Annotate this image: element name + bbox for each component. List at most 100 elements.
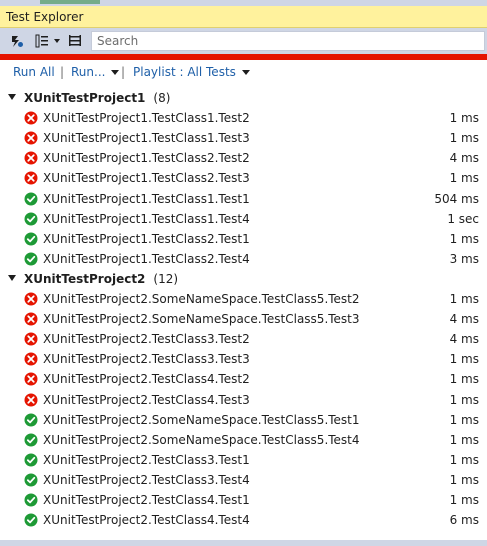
test-row[interactable]: XUnitTestProject2.TestClass3.Test3 1 ms [0,349,487,369]
group-count: (12) [153,271,179,286]
test-duration: 1 ms [449,412,479,427]
search-input[interactable] [92,32,484,50]
test-row[interactable]: XUnitTestProject2.TestClass3.Test4 1 ms [0,470,487,490]
test-row[interactable]: XUnitTestProject2.TestClass4.Test3 1 ms [0,390,487,410]
chevron-down-icon [241,70,250,75]
test-row[interactable]: XUnitTestProject1.TestClass1.Test3 1 ms [0,128,487,148]
test-name: XUnitTestProject2.TestClass3.Test4 [43,472,250,487]
run-all-link[interactable]: Run All [13,65,55,79]
test-duration: 1 ms [449,111,479,126]
test-failed-icon [24,332,38,346]
test-name: XUnitTestProject2.TestClass4.Test1 [43,493,250,507]
test-failed-icon [24,393,38,407]
test-list: XUnitTestProject1 (8) XUnitTestProject1.Te… [0,88,487,540]
bottom-border [0,540,487,546]
test-group-header[interactable]: XUnitTestProject1 (8) [0,88,487,108]
test-duration: 1 ms [449,432,479,447]
actions-bar: Run All | Run... | Playlist : All Tests [0,60,487,86]
run-settings-button[interactable] [8,31,26,51]
test-row[interactable]: XUnitTestProject2.SomeNameSpace.TestClas… [0,410,487,430]
run-dropdown[interactable]: Run... [71,65,120,79]
playlist-label: Playlist : All Tests [133,65,236,79]
test-name: XUnitTestProject2.TestClass4.Test3 [43,392,250,407]
test-duration: 3 ms [449,251,479,266]
test-name: XUnitTestProject1.TestClass1.Test1 [43,191,250,206]
test-duration: 4 ms [449,151,479,166]
test-passed-icon [24,493,38,507]
test-name: XUnitTestProject1.TestClass2.Test1 [43,231,250,246]
test-passed-icon [24,413,38,427]
test-failed-icon [24,111,38,125]
separator: | [60,65,65,79]
group-name: XUnitTestProject2 (12) [24,271,179,286]
test-row[interactable]: XUnitTestProject1.TestClass2.Test1 1 ms [0,229,487,249]
test-passed-icon [24,192,38,206]
test-name: XUnitTestProject1.TestClass2.Test3 [43,171,250,186]
test-duration: 4 ms [449,312,479,327]
test-row[interactable]: XUnitTestProject1.TestClass1.Test4 1 sec [0,209,487,229]
test-row[interactable]: XUnitTestProject1.TestClass2.Test2 4 ms [0,148,487,168]
test-row[interactable]: XUnitTestProject2.TestClass3.Test2 4 ms [0,329,487,349]
test-passed-icon [24,433,38,447]
test-passed-icon [24,513,38,527]
test-passed-icon [24,232,38,246]
test-name: XUnitTestProject2.TestClass4.Test4 [43,513,250,528]
test-duration: 6 ms [449,513,479,528]
test-duration: 1 ms [449,493,479,507]
test-group-header[interactable]: XUnitTestProject2 (12) [0,269,487,289]
background-text-fragment [40,0,100,4]
test-passed-icon [24,453,38,467]
test-row[interactable]: XUnitTestProject1.TestClass2.Test4 3 ms [0,249,487,269]
test-row[interactable]: XUnitTestProject1.TestClass2.Test3 1 ms [0,168,487,188]
test-duration: 1 sec [447,211,479,226]
title-bar: Test Explorer [0,6,487,28]
list-view-icon [69,35,81,46]
group-name: XUnitTestProject1 (8) [24,91,171,105]
test-name: XUnitTestProject1.TestClass2.Test2 [43,151,250,166]
test-duration: 504 ms [434,191,479,206]
test-duration: 1 ms [449,452,479,467]
test-row[interactable]: XUnitTestProject2.TestClass3.Test1 1 ms [0,450,487,470]
test-name: XUnitTestProject1.TestClass1.Test3 [43,131,250,146]
window-title: Test Explorer [6,10,84,24]
test-name: XUnitTestProject2.SomeNameSpace.TestClas… [43,432,360,447]
test-row[interactable]: XUnitTestProject2.SomeNameSpace.TestClas… [0,309,487,329]
test-name: XUnitTestProject2.SomeNameSpace.TestClas… [43,312,360,327]
test-passed-icon [24,252,38,266]
test-name: XUnitTestProject2.TestClass4.Test2 [43,372,250,387]
test-duration: 1 ms [449,472,479,487]
test-name: XUnitTestProject2.SomeNameSpace.TestClas… [43,292,360,306]
expand-triangle-icon[interactable] [8,94,16,100]
test-duration: 4 ms [449,332,479,347]
run-label: Run... [71,65,106,79]
list-view-button[interactable] [66,31,84,51]
test-row[interactable]: XUnitTestProject2.SomeNameSpace.TestClas… [0,430,487,450]
test-failed-icon [24,372,38,386]
search-box[interactable] [91,31,485,51]
test-name: XUnitTestProject2.TestClass3.Test1 [43,452,250,467]
test-name: XUnitTestProject1.TestClass1.Test4 [43,211,250,226]
playlist-dropdown[interactable]: Playlist : All Tests [133,65,250,79]
test-passed-icon [24,212,38,226]
test-row[interactable]: XUnitTestProject2.SomeNameSpace.TestClas… [0,289,487,309]
test-failed-icon [24,171,38,185]
test-passed-icon [24,473,38,487]
test-duration: 1 ms [449,131,479,146]
test-duration: 1 ms [449,392,479,407]
test-row[interactable]: XUnitTestProject1.TestClass1.Test1 504 ms [0,189,487,209]
group-by-button[interactable] [32,31,62,51]
test-duration: 1 ms [449,171,479,186]
group-by-icon [35,34,48,48]
test-row[interactable]: XUnitTestProject2.TestClass4.Test1 1 ms [0,490,487,510]
test-failed-icon [24,352,38,366]
test-failed-icon [24,292,38,306]
test-row[interactable]: XUnitTestProject2.TestClass4.Test4 6 ms [0,510,487,530]
test-name: XUnitTestProject1.TestClass1.Test2 [43,111,250,126]
chevron-down-icon [111,70,120,75]
separator: | [121,65,126,79]
expand-triangle-icon[interactable] [8,274,16,281]
test-row[interactable]: XUnitTestProject1.TestClass1.Test2 1 ms [0,108,487,128]
test-failed-icon [24,131,38,145]
test-name: XUnitTestProject2.TestClass3.Test3 [43,352,250,367]
test-row[interactable]: XUnitTestProject2.TestClass4.Test2 1 ms [0,369,487,389]
